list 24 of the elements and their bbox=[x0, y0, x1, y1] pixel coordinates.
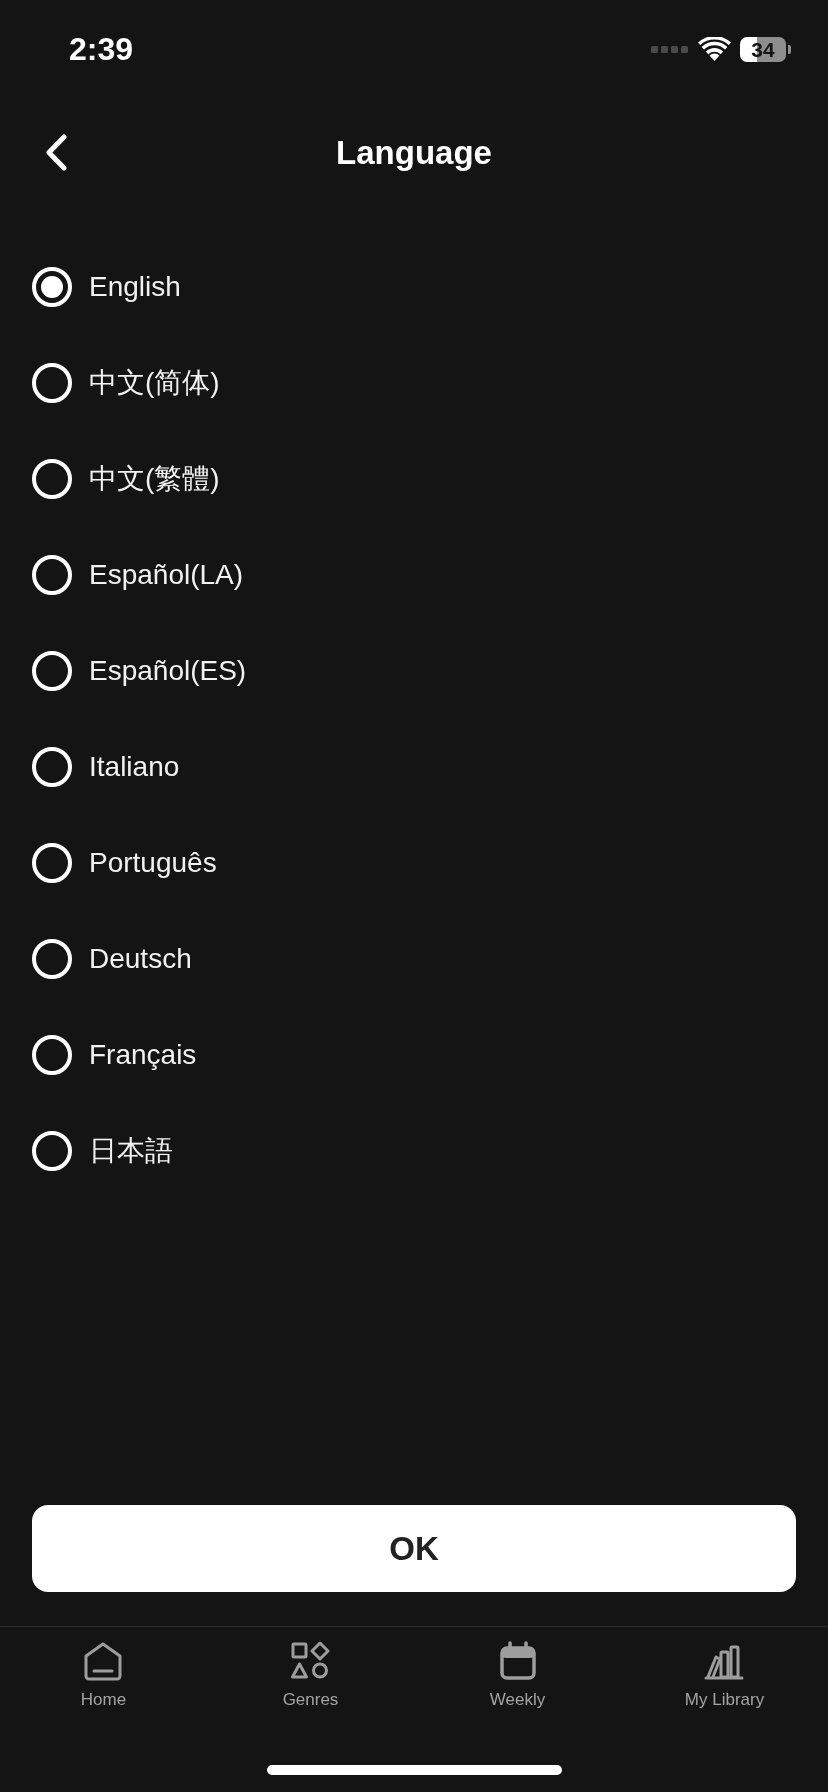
signal-dots-icon bbox=[651, 45, 689, 53]
chevron-left-icon bbox=[45, 133, 67, 171]
status-time: 2:39 bbox=[69, 33, 134, 65]
language-option[interactable]: Deutsch bbox=[32, 939, 192, 979]
house-icon bbox=[83, 1641, 124, 1681]
language-option[interactable]: Italiano bbox=[32, 747, 180, 787]
language-option[interactable]: 中文(简体) bbox=[32, 363, 220, 403]
ok-button[interactable]: OK bbox=[32, 1505, 796, 1592]
tab-bar-item[interactable]: Genres bbox=[282, 1641, 339, 1710]
language-option[interactable]: 日本語 bbox=[32, 1131, 173, 1171]
back-button[interactable] bbox=[45, 133, 67, 171]
language-option[interactable]: English bbox=[32, 267, 181, 307]
calendar-icon bbox=[497, 1641, 538, 1681]
language-option[interactable]: Español(LA) bbox=[32, 555, 244, 595]
language-option[interactable]: Português bbox=[32, 843, 217, 883]
page-title: Language bbox=[336, 135, 492, 169]
tab-bar-item[interactable]: Home bbox=[80, 1641, 127, 1710]
language-option[interactable]: Français bbox=[32, 1035, 197, 1075]
wifi-icon bbox=[698, 37, 731, 61]
language-option[interactable]: Español(ES) bbox=[32, 651, 247, 691]
tab-bar-item[interactable]: Weekly bbox=[489, 1641, 546, 1710]
language-option[interactable]: 中文(繁體) bbox=[32, 459, 220, 499]
shapes-icon bbox=[290, 1641, 331, 1681]
tab-bar-item[interactable]: My Library bbox=[684, 1641, 765, 1710]
